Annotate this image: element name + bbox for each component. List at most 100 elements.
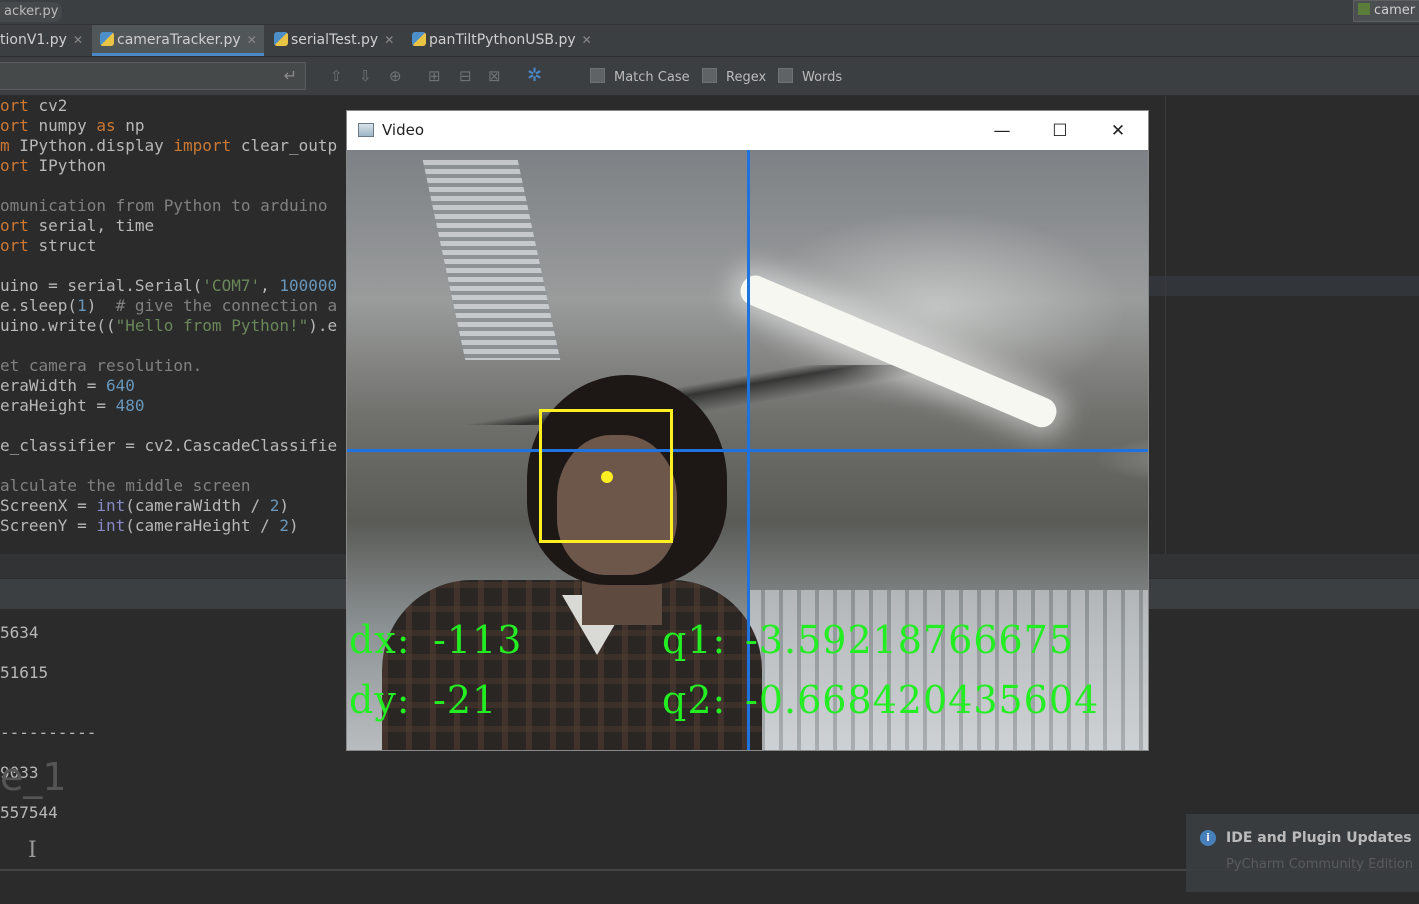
regex-checkbox[interactable]	[702, 68, 717, 83]
code-line: ort IPython	[0, 156, 337, 176]
code-line: m IPython.display import clear_outp	[0, 136, 337, 156]
background-blinds	[747, 590, 1148, 750]
code-text[interactable]: ort cv2 ort numpy as np m IPython.display …	[0, 96, 337, 536]
run-config-label: camer	[1374, 3, 1416, 18]
code-token: ScreenX =	[0, 496, 97, 515]
console-line: 51615	[0, 663, 49, 682]
code-token: "Hello from Python!"	[115, 316, 309, 335]
watermark-text: e_1	[0, 755, 67, 799]
code-token: 480	[115, 396, 145, 415]
match-case-checkbox[interactable]	[590, 68, 605, 83]
close-icon[interactable]: ✕	[73, 33, 83, 47]
remove-selection-icon[interactable]: ⊟	[459, 67, 472, 85]
code-token: ort	[0, 216, 29, 235]
code-token: IPython.display	[9, 136, 174, 155]
code-token: 2	[279, 516, 289, 535]
q1-value: -3.59218766675	[745, 618, 1075, 662]
next-occurrence-icon[interactable]: ⇩	[359, 67, 372, 85]
window-titlebar[interactable]: Video — ☐ ✕	[347, 111, 1148, 150]
tab-tionv1[interactable]: tionV1.py ✕	[0, 25, 90, 56]
code-token: m	[0, 136, 10, 155]
code-token: # give the connection a	[115, 296, 338, 315]
close-button[interactable]: ✕	[1098, 117, 1138, 145]
code-token: struct	[28, 236, 97, 255]
code-token: ort	[0, 156, 29, 175]
code-line: ort cv2	[0, 96, 337, 116]
minimize-button[interactable]: —	[982, 117, 1022, 145]
code-token: ort	[0, 116, 29, 135]
gear-icon[interactable]: ✲	[527, 65, 542, 86]
dx-value: -113	[433, 618, 523, 662]
code-line: ort serial, time	[0, 216, 337, 236]
code-token: alculate the middle screen	[0, 476, 251, 495]
right-margin-guide	[1165, 96, 1166, 554]
code-line: ScreenX = int(cameraWidth / 2)	[0, 496, 337, 516]
close-icon[interactable]: ✕	[582, 33, 592, 47]
select-all-occurrences-icon[interactable]: ⊠	[488, 67, 501, 85]
tab-label: serialTest.py	[291, 32, 379, 48]
console-line: ----------	[0, 723, 97, 742]
find-bar: ↵ ⇧ ⇩ ⊕ ⊞ ⊟ ⊠ ✲ Match Case Regex Words	[0, 57, 1419, 96]
code-token: )	[279, 496, 290, 515]
notification-body: PyCharm Community Edition	[1226, 857, 1414, 872]
code-token: IPython	[28, 156, 106, 175]
editor-tabs: tionV1.py ✕ cameraTracker.py ✕ serialTest.…	[0, 25, 1419, 57]
dx-label: dx:	[349, 618, 411, 662]
tab-cameratracker[interactable]: cameraTracker.py ✕	[92, 25, 264, 56]
run-configuration[interactable]: camer	[1353, 0, 1419, 22]
regex-option[interactable]: Regex	[702, 68, 766, 85]
words-checkbox[interactable]	[778, 68, 793, 83]
code-token: 640	[105, 376, 135, 395]
code-token: numpy	[28, 116, 97, 135]
code-token: int	[96, 516, 126, 535]
q2-value: -0.668420435604	[745, 678, 1100, 722]
close-icon[interactable]: ✕	[247, 33, 257, 47]
words-option[interactable]: Words	[778, 68, 842, 85]
code-line: alculate the middle screen	[0, 476, 337, 496]
code-token: uino.write((	[0, 316, 116, 335]
code-line: uino = serial.Serial('COM7', 100000	[0, 276, 337, 296]
code-token: et camera resolution.	[0, 356, 203, 375]
code-token: e_classifier = cv2.CascadeClassifie	[0, 436, 338, 455]
face-center-dot	[601, 471, 613, 483]
code-token: import	[173, 136, 232, 155]
previous-occurrence-icon[interactable]: ⇧	[330, 67, 343, 85]
close-icon[interactable]: ✕	[384, 33, 394, 47]
code-line: eraWidth = 640	[0, 376, 337, 396]
code-token: np	[115, 116, 145, 135]
tab-label: panTiltPythonUSB.py	[429, 32, 576, 48]
code-token: ,	[260, 276, 280, 295]
python-file-icon	[274, 32, 288, 46]
notification-title[interactable]: IDE and Plugin Updates	[1226, 830, 1412, 846]
update-notification[interactable]: i IDE and Plugin Updates PyCharm Communi…	[1186, 814, 1419, 892]
code-line: omunication from Python to arduino	[0, 196, 337, 216]
ceiling-vent	[422, 160, 561, 360]
tab-serialtest[interactable]: serialTest.py ✕	[266, 25, 402, 56]
code-line: et camera resolution.	[0, 356, 337, 376]
maximize-button[interactable]: ☐	[1040, 117, 1080, 145]
code-token: ort	[0, 236, 29, 255]
code-token: serial, time	[28, 216, 155, 235]
tab-pantiltpythonusb[interactable]: panTiltPythonUSB.py ✕	[404, 25, 604, 56]
search-input[interactable]: ↵	[0, 62, 306, 90]
code-line: ort numpy as np	[0, 116, 337, 136]
find-all-icon[interactable]: ⊕	[389, 67, 402, 85]
match-case-option[interactable]: Match Case	[590, 68, 690, 85]
code-token: 100000	[279, 276, 338, 295]
code-token: )	[86, 296, 116, 315]
add-selection-icon[interactable]: ⊞	[428, 67, 441, 85]
code-token: as	[96, 116, 116, 135]
current-line-highlight	[1149, 276, 1419, 296]
code-token: (cameraHeight /	[125, 516, 280, 535]
enter-icon: ↵	[283, 66, 297, 85]
words-label: Words	[802, 70, 843, 85]
regex-label: Regex	[726, 70, 767, 85]
console-line: 557544	[0, 803, 58, 822]
code-token: 1	[77, 296, 87, 315]
code-token: )	[289, 516, 299, 535]
breadcrumb-file[interactable]: acker.py	[0, 2, 63, 22]
info-icon: i	[1200, 830, 1216, 846]
dy-value: -21	[433, 678, 498, 722]
video-window[interactable]: Video — ☐ ✕ dx: -113 dy: -21 q1: -3.5921…	[346, 110, 1149, 751]
